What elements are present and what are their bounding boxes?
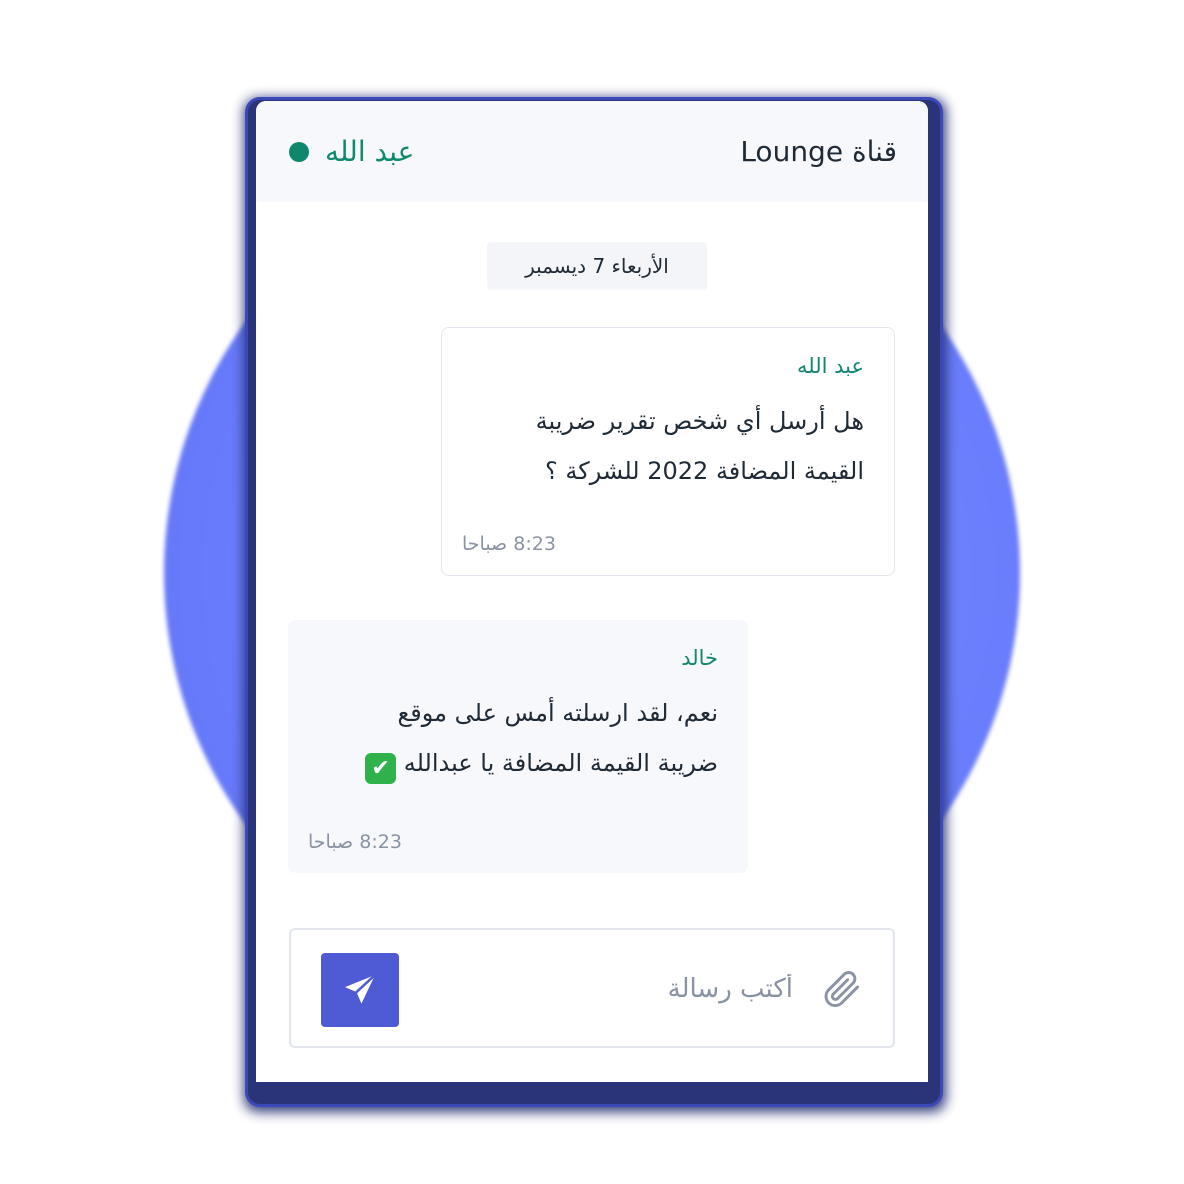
date-separator: الأربعاء 7 ديسمبر	[487, 242, 707, 290]
message-card: عبد الله هل أرسل أي شخص تقرير ضريبة القي…	[441, 327, 895, 576]
message-author: خالد	[681, 646, 718, 670]
message-text: هل أرسل أي شخص تقرير ضريبة القيمة المضاف…	[472, 396, 864, 496]
chat-window: قناة Lounge عبد الله الأربعاء 7 ديسمبر ع…	[256, 101, 928, 1082]
paper-plane-icon	[344, 973, 377, 1004]
message-composer	[289, 928, 895, 1048]
check-mark-icon: ✔	[365, 753, 397, 784]
message-line: ضريبة القيمة المضافة يا عبدالله ✔	[318, 738, 718, 788]
message-text: نعم، لقد ارسلته أمس على موقع ضريبة القيم…	[318, 688, 718, 788]
online-status-dot	[289, 141, 309, 162]
message-time: 8:23 صباحا	[462, 533, 556, 555]
message-line-text: ضريبة القيمة المضافة يا عبدالله	[403, 749, 718, 777]
message-line: نعم، لقد ارسلته أمس على موقع	[397, 699, 718, 727]
stage: قناة Lounge عبد الله الأربعاء 7 ديسمبر ع…	[0, 0, 1184, 1184]
message-time: 8:23 صباحا	[308, 831, 402, 853]
channel-title: قناة Lounge	[740, 135, 897, 168]
chat-header: قناة Lounge عبد الله	[256, 101, 928, 202]
message-line: القيمة المضافة 2022 للشركة ؟	[545, 457, 864, 485]
message-card: خالد نعم، لقد ارسلته أمس على موقع ضريبة …	[288, 620, 748, 873]
message-author: عبد الله	[796, 354, 864, 378]
paperclip-icon[interactable]	[819, 966, 863, 1010]
online-user[interactable]: عبد الله	[289, 135, 414, 168]
message-input[interactable]	[433, 966, 793, 1012]
send-button[interactable]	[321, 953, 399, 1027]
online-user-name: عبد الله	[325, 135, 415, 168]
message-line: هل أرسل أي شخص تقرير ضريبة	[535, 407, 864, 435]
